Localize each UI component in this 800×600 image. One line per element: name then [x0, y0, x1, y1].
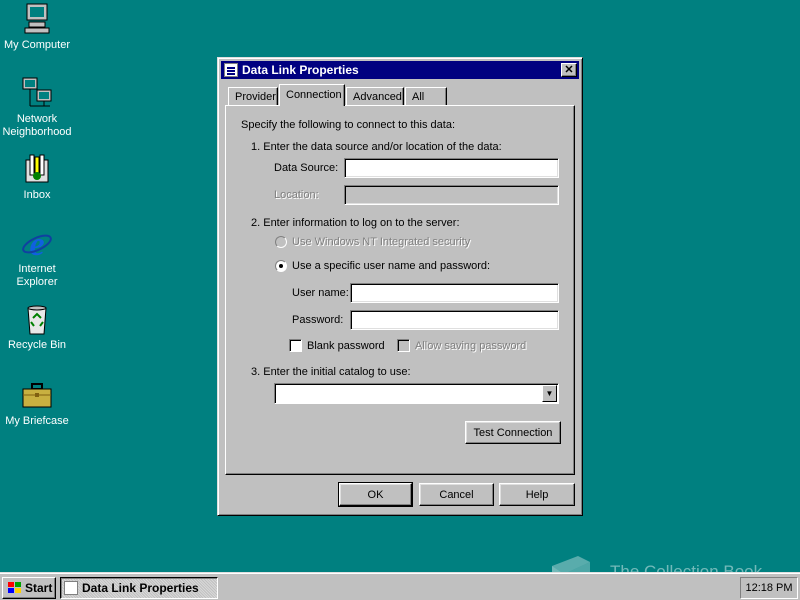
specific-user-label[interactable]: Use a specific user name and password: — [292, 260, 490, 273]
taskbar-button-label: Data Link Properties — [82, 581, 199, 595]
password-input[interactable] — [350, 310, 559, 330]
data-link-icon — [64, 581, 78, 595]
desktop-icon-label: Internet Explorer — [16, 263, 58, 288]
briefcase-icon — [20, 378, 54, 412]
svg-text:e: e — [29, 226, 44, 260]
desktop-icon-internet-explorer[interactable]: e Internet Explorer — [0, 226, 74, 289]
nt-security-radio — [275, 236, 287, 248]
nt-security-label: Use Windows NT Integrated security — [292, 236, 471, 248]
initial-catalog-select[interactable]: ▼ — [274, 383, 559, 404]
clock[interactable]: 12:18 PM — [745, 582, 792, 594]
data-source-input[interactable] — [344, 158, 559, 178]
recycle-bin-icon — [20, 302, 54, 336]
tab-label: Provider — [235, 91, 276, 103]
windows-logo-icon — [6, 581, 22, 595]
blank-password-label[interactable]: Blank password — [307, 340, 385, 353]
step-1-heading: 1. Enter the data source and/or location… — [251, 141, 502, 153]
taskbar: Start Data Link Properties 12:18 PM — [0, 572, 800, 600]
desktop-icon-label: Network Neighborhood — [2, 113, 72, 138]
tab-provider[interactable]: Provider — [228, 87, 278, 106]
taskbar-button-data-link-properties[interactable]: Data Link Properties — [60, 577, 218, 599]
data-source-label: Data Source: — [274, 162, 339, 174]
start-button[interactable]: Start — [2, 577, 56, 599]
window-title: Data Link Properties — [242, 63, 359, 77]
blank-password-checkbox[interactable] — [289, 339, 302, 352]
location-label: Location: — [274, 189, 319, 201]
desktop-icon-network-neighborhood[interactable]: Network Neighborhood — [0, 76, 74, 139]
inbox-icon — [20, 152, 54, 186]
allow-saving-checkbox — [397, 339, 410, 352]
desktop-icon-my-briefcase[interactable]: My Briefcase — [0, 378, 74, 428]
step-3-heading: 3. Enter the initial catalog to use: — [251, 366, 411, 378]
password-label: Password: — [292, 314, 344, 326]
location-input — [344, 185, 559, 205]
cancel-button[interactable]: Cancel — [419, 483, 494, 506]
title-bar[interactable]: Data Link Properties ✕ — [221, 61, 579, 79]
desktop-icon-inbox[interactable]: Inbox — [0, 152, 74, 202]
tab-all[interactable]: All — [405, 87, 447, 106]
desktop-icon-recycle-bin[interactable]: Recycle Bin — [0, 302, 74, 352]
internet-explorer-icon: e — [20, 226, 54, 263]
username-label: User name: — [292, 287, 349, 299]
chevron-down-icon[interactable]: ▼ — [542, 385, 557, 402]
desktop-icon-label: My Computer — [3, 39, 71, 51]
ok-button[interactable]: OK — [338, 482, 413, 507]
desktop-icon-my-computer[interactable]: My Computer — [0, 2, 74, 52]
network-icon — [20, 76, 54, 110]
computer-icon — [20, 2, 54, 36]
data-link-icon — [224, 63, 238, 77]
tab-label: Advanced — [353, 91, 402, 103]
system-tray: 12:18 PM — [740, 577, 798, 599]
desktop-icon-label: Inbox — [23, 189, 51, 201]
start-label: Start — [25, 581, 53, 595]
desktop-icon-label: My Briefcase — [5, 415, 69, 427]
specific-user-radio[interactable] — [275, 260, 287, 272]
desktop-icon-label: Recycle Bin — [7, 339, 67, 351]
allow-saving-label: Allow saving password — [415, 340, 527, 352]
close-button[interactable]: ✕ — [561, 63, 577, 77]
intro-text: Specify the following to connect to this… — [241, 119, 456, 131]
help-button[interactable]: Help — [499, 483, 575, 506]
step-2-heading: 2. Enter information to log on to the se… — [251, 217, 460, 229]
username-input[interactable] — [350, 283, 559, 303]
tab-advanced[interactable]: Advanced — [346, 87, 404, 106]
radio-selected-dot — [279, 264, 283, 268]
test-connection-button[interactable]: Test Connection — [465, 421, 561, 444]
tab-label: All — [412, 91, 425, 103]
tab-label: Connection — [286, 89, 342, 101]
tab-connection[interactable]: Connection — [279, 84, 345, 106]
